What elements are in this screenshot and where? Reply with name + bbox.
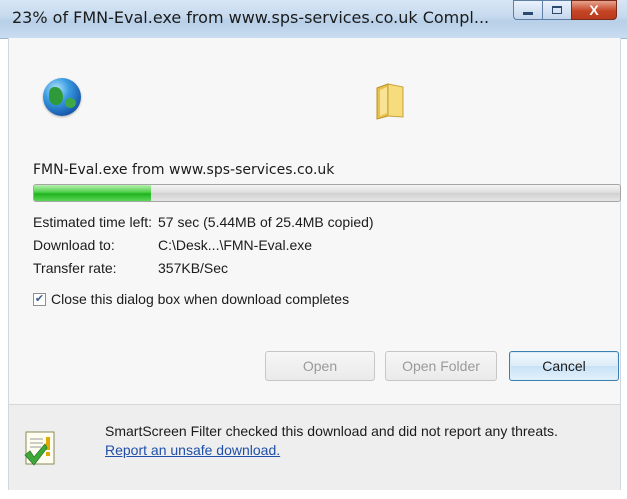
close-button[interactable]: X	[571, 0, 617, 20]
globe-icon	[43, 78, 81, 116]
download-progress-bar	[33, 184, 621, 202]
close-when-done-label: Close this dialog box when download comp…	[51, 291, 350, 307]
smartscreen-message: SmartScreen Filter checked this download…	[105, 422, 585, 460]
close-when-done-checkbox[interactable]: ✔	[33, 292, 46, 306]
smartscreen-shield-icon	[24, 431, 55, 466]
progress-fill	[34, 185, 152, 201]
maximize-button[interactable]	[542, 0, 571, 20]
open-button[interactable]: Open	[265, 351, 375, 381]
minimize-button[interactable]	[513, 0, 542, 20]
download-to-label: Download to:	[33, 237, 115, 253]
minimize-icon	[523, 11, 533, 15]
transfer-rate-label: Transfer rate:	[33, 260, 117, 276]
time-left-label: Estimated time left:	[33, 214, 153, 230]
time-left-value: 57 sec (5.44MB of 25.4MB copied)	[158, 214, 374, 230]
smartscreen-footer: SmartScreen Filter checked this download…	[9, 405, 620, 490]
title-bar[interactable]: 23% of FMN-Eval.exe from www.sps-service…	[0, 0, 627, 39]
close-when-done-option[interactable]: ✔ Close this dialog box when download co…	[33, 291, 349, 307]
smartscreen-text: SmartScreen Filter checked this download…	[105, 423, 558, 439]
file-source-label: FMN-Eval.exe from www.sps-services.co.uk	[33, 162, 335, 178]
open-folder-button[interactable]: Open Folder	[385, 351, 497, 381]
download-dialog: 23% of FMN-Eval.exe from www.sps-service…	[0, 0, 627, 499]
caption-buttons: X	[513, 0, 617, 22]
close-icon: X	[589, 2, 599, 18]
transfer-rate-row: Transfer rate: 357KB/Sec	[33, 260, 228, 276]
dialog-body: FMN-Eval.exe from www.sps-services.co.uk…	[8, 38, 621, 490]
report-unsafe-link[interactable]: Report an unsafe download.	[105, 442, 280, 458]
time-left-row: Estimated time left: 57 sec (5.44MB of 25…	[33, 214, 374, 230]
download-to-value: C:\Desk...\FMN-Eval.exe	[158, 237, 313, 253]
download-to-row: Download to: C:\Desk...\FMN-Eval.exe	[33, 237, 312, 253]
maximize-icon	[552, 6, 562, 14]
folder-icon	[376, 83, 404, 120]
transfer-rate-value: 357KB/Sec	[158, 260, 229, 276]
window-title: 23% of FMN-Eval.exe from www.sps-service…	[12, 8, 490, 27]
cancel-button[interactable]: Cancel	[509, 351, 619, 381]
